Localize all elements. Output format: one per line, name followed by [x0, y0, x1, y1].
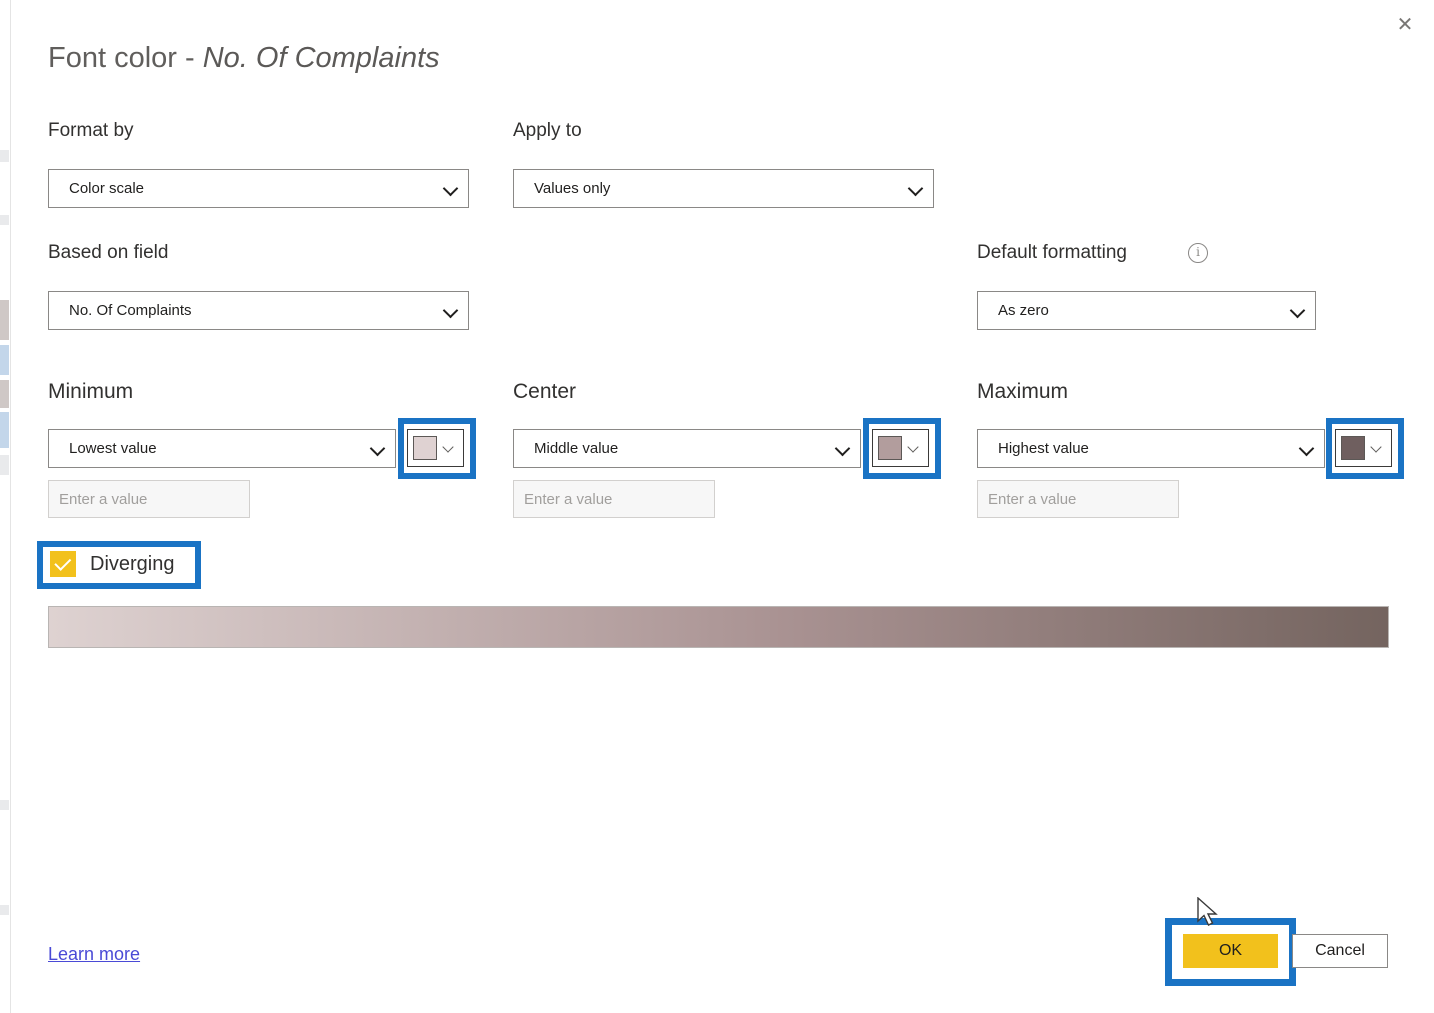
font-color-dialog: ✕ Font color - No. Of Complaints Format …: [10, 0, 1434, 1013]
ok-button[interactable]: OK: [1183, 934, 1278, 968]
maximum-select[interactable]: Highest value: [977, 429, 1325, 468]
maximum-value-input[interactable]: Enter a value: [977, 480, 1179, 518]
learn-more-link[interactable]: Learn more: [48, 944, 140, 965]
default-formatting-select[interactable]: As zero: [977, 291, 1316, 330]
maximum-color-chip: [1341, 436, 1365, 460]
dialog-title-field: No. Of Complaints: [202, 42, 440, 74]
color-gradient-preview: [48, 606, 1389, 648]
center-value: Middle value: [534, 440, 619, 457]
apply-to-select[interactable]: Values only: [513, 169, 934, 208]
chevron-down-icon: [1298, 440, 1316, 458]
default-formatting-value: As zero: [998, 302, 1049, 319]
format-by-label: Format by: [48, 120, 134, 141]
default-formatting-label: Default formatting: [977, 242, 1127, 263]
based-on-field-label: Based on field: [48, 242, 169, 263]
apply-to-label: Apply to: [513, 120, 582, 141]
chevron-down-icon: [442, 302, 460, 320]
diverging-checkbox[interactable]: Diverging: [50, 551, 174, 577]
apply-to-value: Values only: [534, 180, 611, 197]
center-label: Center: [513, 380, 577, 403]
dialog-title-prefix: Font color -: [48, 42, 203, 74]
based-on-field-select[interactable]: No. Of Complaints: [48, 291, 469, 330]
format-by-value: Color scale: [69, 180, 145, 197]
chevron-down-icon: [1289, 302, 1307, 320]
center-select[interactable]: Middle value: [513, 429, 861, 468]
minimum-label: Minimum: [48, 380, 134, 403]
minimum-color-chip: [413, 436, 437, 460]
info-icon[interactable]: i: [1188, 243, 1208, 263]
center-color-swatch-button[interactable]: [872, 429, 929, 467]
diverging-label: Diverging: [90, 552, 175, 575]
maximum-label: Maximum: [977, 380, 1069, 403]
chevron-down-icon: [442, 441, 456, 455]
based-on-field-value: No. Of Complaints: [69, 302, 192, 319]
maximum-color-swatch-button[interactable]: [1335, 429, 1392, 467]
minimum-value: Lowest value: [69, 440, 157, 457]
chevron-down-icon: [1370, 441, 1384, 455]
cancel-button[interactable]: Cancel: [1292, 934, 1388, 968]
checkbox-checked-icon: [50, 551, 76, 577]
chevron-down-icon: [369, 440, 387, 458]
minimum-value-input[interactable]: Enter a value: [48, 480, 250, 518]
minimum-color-swatch-button[interactable]: [407, 429, 464, 467]
center-value-input[interactable]: Enter a value: [513, 480, 715, 518]
mouse-cursor: [1197, 897, 1218, 926]
chevron-down-icon: [442, 180, 460, 198]
chevron-down-icon: [907, 180, 925, 198]
format-by-select[interactable]: Color scale: [48, 169, 469, 208]
minimum-select[interactable]: Lowest value: [48, 429, 396, 468]
maximum-value: Highest value: [998, 440, 1089, 457]
page-title: Font color - No. Of Complaints: [48, 42, 440, 75]
chevron-down-icon: [907, 441, 921, 455]
close-icon[interactable]: ✕: [1384, 6, 1426, 42]
center-color-chip: [878, 436, 902, 460]
chevron-down-icon: [834, 440, 852, 458]
